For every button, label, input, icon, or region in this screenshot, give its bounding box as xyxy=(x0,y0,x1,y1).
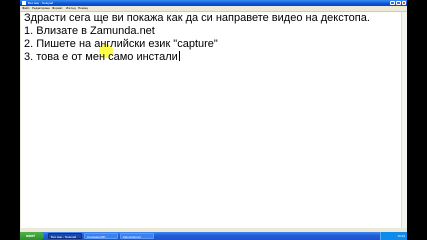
system-tray: 15:24 xyxy=(380,232,407,240)
start-button[interactable]: start xyxy=(20,232,44,240)
desktop-screen: Без име - Notepad Файл Редактиране Форма… xyxy=(20,0,407,240)
text-caret xyxy=(178,51,180,61)
menu-format[interactable]: Формат xyxy=(52,6,63,11)
task-zamunda[interactable]: Zamunda.net xyxy=(120,233,154,239)
vertical-scrollbar[interactable] xyxy=(401,12,407,228)
notepad-icon xyxy=(22,1,26,5)
text-line-1: Здрасти сега ще ви покажа как да си напр… xyxy=(24,12,370,24)
minimize-button[interactable] xyxy=(390,1,395,5)
taskbar: start Без име - Notepad Camtasia MP... Z… xyxy=(20,232,407,240)
text-line-4-content: 3. това е от мен само инстали xyxy=(24,51,178,63)
task-notepad[interactable]: Без име - Notepad xyxy=(48,233,82,239)
text-editor[interactable]: Здрасти сега ще ви покажа как да си напр… xyxy=(21,12,401,228)
text-line-3: 2. Пишете на английски език "capture" xyxy=(24,38,218,50)
clock: 15:24 xyxy=(397,234,405,238)
menu-help[interactable]: Помощ xyxy=(78,6,88,11)
menu-file[interactable]: Файл xyxy=(22,6,29,11)
task-camtasia[interactable]: Camtasia MP... xyxy=(84,233,118,239)
text-line-2: 1. Влизате в Zamunda.net xyxy=(24,25,155,37)
menu-edit[interactable]: Редактиране xyxy=(32,6,50,11)
menu-view[interactable]: Изглед xyxy=(66,6,76,11)
text-line-4: 3. това е от мен само инстали xyxy=(24,51,180,63)
maximize-button[interactable] xyxy=(396,1,401,5)
close-button[interactable] xyxy=(402,1,406,5)
